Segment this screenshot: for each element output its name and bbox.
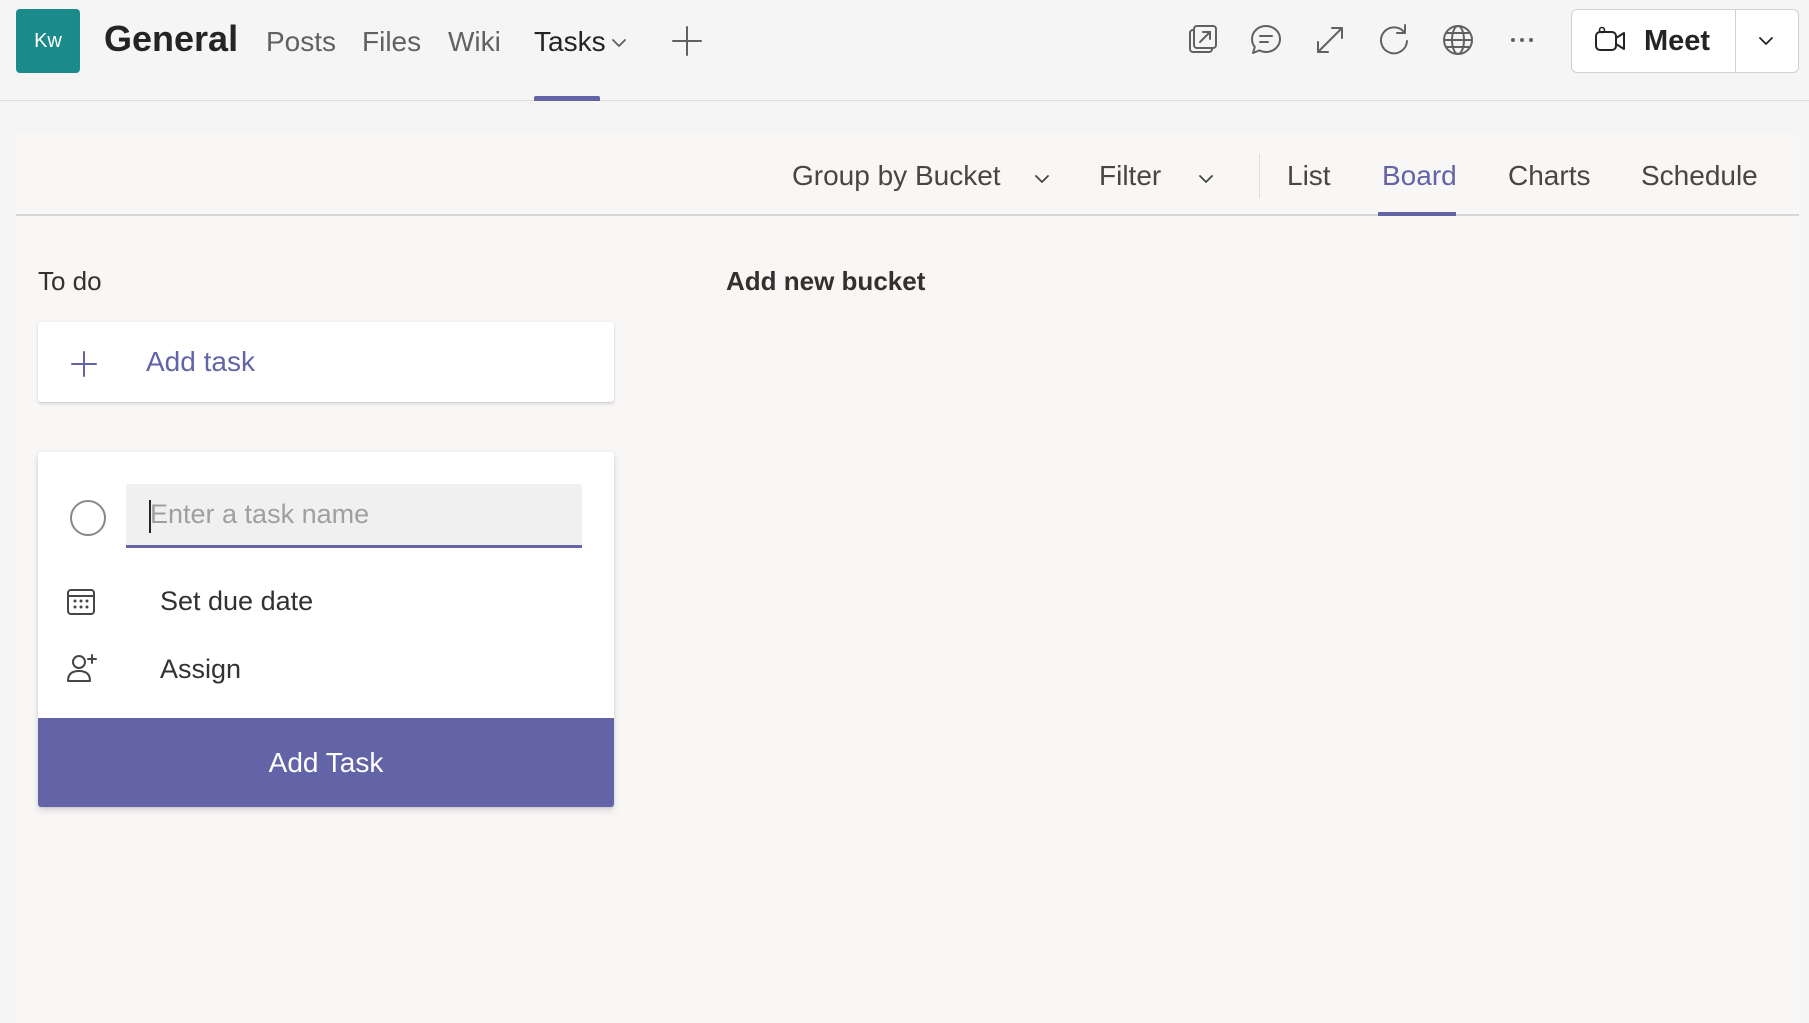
channel-header: Kw General Posts Files Wiki Tasks Meet <box>0 0 1809 101</box>
assign-option[interactable]: Assign <box>66 644 586 694</box>
refresh-icon[interactable] <box>1376 22 1412 58</box>
text-caret <box>149 500 151 533</box>
plus-icon <box>70 350 98 378</box>
filter-dropdown[interactable]: Filter <box>1099 160 1161 192</box>
view-charts[interactable]: Charts <box>1508 160 1590 192</box>
globe-icon[interactable] <box>1440 22 1476 58</box>
assign-label: Assign <box>160 654 242 684</box>
planner-toolbar: Group by Bucket Filter List Board Charts… <box>16 134 1799 216</box>
expand-icon[interactable] <box>1312 22 1348 58</box>
meet-button[interactable]: Meet <box>1572 10 1735 72</box>
add-new-bucket[interactable]: Add new bucket <box>726 266 925 297</box>
tab-files[interactable]: Files <box>362 26 421 58</box>
planner-board: Group by Bucket Filter List Board Charts… <box>16 134 1799 1023</box>
task-name-field-wrapper <box>126 484 582 548</box>
tab-wiki[interactable]: Wiki <box>448 26 501 58</box>
chevron-down-icon[interactable] <box>609 33 629 53</box>
active-view-indicator <box>1378 212 1456 216</box>
toolbar-divider <box>1259 154 1260 198</box>
add-task-submit-button[interactable]: Add Task <box>38 718 614 807</box>
meet-label: Meet <box>1644 25 1711 57</box>
view-board[interactable]: Board <box>1382 160 1457 192</box>
more-options-icon[interactable] <box>1504 22 1540 58</box>
tab-tasks[interactable]: Tasks <box>534 26 606 58</box>
add-task-label: Add task <box>146 346 255 377</box>
view-schedule[interactable]: Schedule <box>1641 160 1758 192</box>
assign-person-icon <box>66 654 98 684</box>
chevron-down-icon[interactable] <box>1196 169 1216 189</box>
set-due-date-option[interactable]: Set due date <box>66 576 586 626</box>
view-list[interactable]: List <box>1287 160 1331 192</box>
calendar-icon <box>66 586 96 616</box>
team-avatar[interactable]: Kw <box>16 9 80 73</box>
active-tab-indicator <box>534 96 600 101</box>
meet-options-button[interactable] <box>1736 10 1798 72</box>
chevron-down-icon <box>1756 31 1776 51</box>
add-task-button[interactable]: Add task <box>38 322 614 402</box>
group-by-dropdown[interactable]: Group by Bucket <box>792 160 1001 192</box>
new-task-form: Set due date Assign Add Task <box>38 452 614 807</box>
conversation-icon[interactable] <box>1248 22 1284 58</box>
tab-posts[interactable]: Posts <box>266 26 336 58</box>
meet-split-button: Meet <box>1571 9 1799 73</box>
channel-title: General <box>104 18 239 59</box>
task-name-input[interactable] <box>126 484 582 545</box>
add-tab-icon[interactable] <box>670 24 704 58</box>
pop-out-icon[interactable] <box>1184 22 1220 58</box>
complete-task-checkbox[interactable] <box>70 500 106 536</box>
chevron-down-icon[interactable] <box>1032 169 1052 189</box>
bucket-title[interactable]: To do <box>38 266 102 297</box>
video-camera-icon <box>1594 26 1626 56</box>
set-due-date-label: Set due date <box>160 586 314 616</box>
